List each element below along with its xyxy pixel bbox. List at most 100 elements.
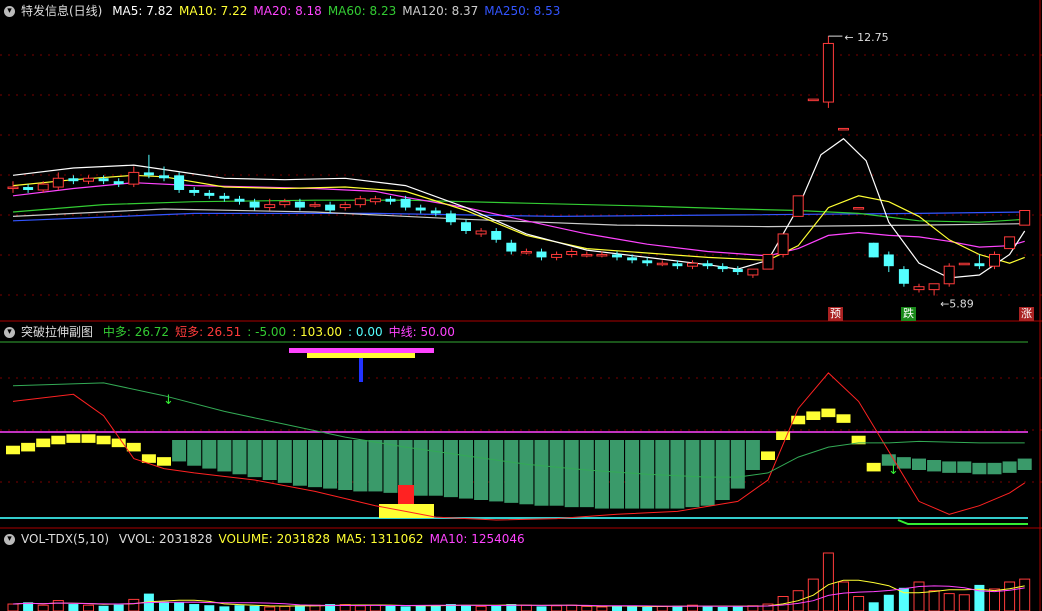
indicator-bar [353,440,368,492]
indicator-bar [761,451,775,460]
candle-body [506,242,517,252]
candle-body [294,201,305,208]
candle-body [853,207,865,210]
candle-body [83,177,94,182]
indicator-bar [292,440,307,486]
volume-bar [868,602,879,611]
indicator-bar [36,438,51,448]
indicator-bar [866,462,881,472]
indicator-bar [564,440,579,508]
volume-bar [415,605,426,611]
candle-body [279,201,291,206]
indicator-bar [549,440,564,506]
volume-bar [7,603,19,611]
volume-bar [159,601,169,611]
indicator-bar [202,440,217,469]
candle-body [52,177,64,188]
candle-body [822,42,834,103]
indicator-bar [685,440,700,508]
candle-body [445,213,456,223]
volume-bar [732,606,743,611]
volume-bar [928,590,940,611]
candle-body [656,262,668,266]
volume-bar [596,606,608,611]
volume-bar [958,594,970,611]
candle-body [792,195,804,217]
indicator-bar [625,440,640,509]
candle-body [913,286,925,291]
volume-bar [354,605,366,611]
indicator-bar [745,440,760,470]
volume-bar [475,605,487,611]
indicator-bar [187,440,202,466]
volume-bar [83,604,94,611]
stock-chart[interactable]: ← 12.75←5.89↓↓ [0,0,1042,611]
candle-body [249,201,260,208]
indicator-bar [1017,458,1032,470]
indicator-bar [594,440,609,509]
candle-body [1019,209,1031,226]
indicator-bar [383,440,398,493]
candle-body [1004,236,1016,250]
indicator-bar [21,442,36,452]
volume-bar [369,604,381,611]
candle-body [143,172,154,176]
volume-bar [989,588,1000,611]
candle-body [551,253,563,258]
volume-bar [128,598,140,611]
candle-body [37,183,49,191]
candle-body [189,189,200,193]
indicator-bar [715,440,730,500]
indicator-bar [368,440,383,492]
candle-body [612,254,622,258]
indicator-bar [670,440,685,509]
indicator-bar [323,440,338,489]
indicator-bar [474,440,489,500]
indicator-bar [262,440,277,480]
indicator-bar [308,440,322,488]
candle-body [98,178,109,182]
indicator-bar [66,434,81,443]
volume-bar [174,602,185,611]
candle-body [339,204,351,209]
candle-body [68,178,79,182]
volume-bar [68,604,79,611]
indicator-bar [126,442,141,452]
candle-body [520,251,532,254]
indicator-bar [972,462,987,475]
candle-body [672,263,683,267]
candle-body [747,268,759,276]
candle-body [461,222,471,232]
volume-bar [52,600,64,611]
ma120-line [12,208,1025,228]
volume-bar [656,605,668,611]
indicator-bar [942,461,957,473]
down-arrow-icon: ↓ [163,393,174,408]
volume-bar [943,593,955,611]
candle-body [883,254,894,267]
candle-body [219,195,230,199]
candle-body [354,198,366,206]
candle-body [974,263,985,267]
volume-bar [98,605,109,611]
candle-body [7,186,19,190]
candle-body [113,181,124,185]
volume-bar [400,606,411,611]
volume-bar [113,604,124,611]
candle-body [309,204,321,207]
indicator-bar [836,414,851,423]
indicator-bar [987,462,1002,475]
indicator-bar [217,440,232,472]
indicator-bar [232,440,247,475]
volume-bar [461,605,471,611]
indicator-bar [51,435,66,445]
indicator-bar [1002,461,1017,473]
signal-marker [897,519,1028,525]
candle-body [627,257,638,261]
candle-body [807,98,819,102]
candle-body [430,210,441,214]
volume-bar [853,596,865,611]
candle-body [762,253,774,270]
volume-bar [822,552,834,611]
indicator-bar [172,440,187,462]
